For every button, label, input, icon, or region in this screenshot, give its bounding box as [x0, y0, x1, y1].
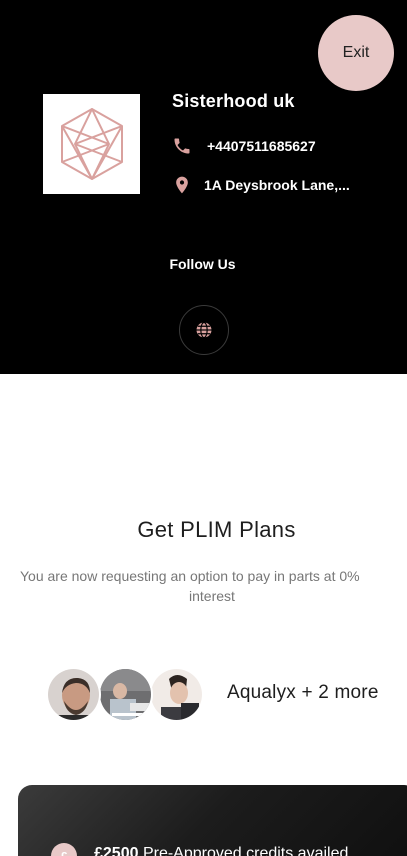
geometric-logo-icon [60, 108, 123, 180]
page: Exit Sisterhood uk +4407511685627 1A Dey… [0, 0, 407, 856]
address-text[interactable]: 1A Deysbrook Lane,... [204, 177, 350, 193]
globe-icon [196, 321, 212, 339]
phone-icon [172, 136, 192, 156]
treatment-avatars [46, 667, 206, 722]
credit-text: £2500 Pre-Approved credits availed [94, 845, 348, 856]
website-button[interactable] [179, 305, 229, 355]
follow-us-label: Follow Us [169, 256, 236, 272]
credit-card: £ £2500 Pre-Approved credits availed [18, 785, 407, 856]
phone-number[interactable]: +4407511685627 [207, 138, 316, 154]
credit-amount: £2500 [94, 845, 139, 856]
treatment-photo-avatar [98, 667, 153, 722]
treatment-caption: Aqualyx + 2 more [227, 682, 379, 703]
plans-subtitle: You are now requesting an option to pay … [20, 566, 407, 606]
woman-portrait-avatar [149, 667, 204, 722]
plans-title: Get PLIM Plans [137, 517, 296, 542]
plans-subtitle-line1: You are now requesting an option to pay … [20, 568, 360, 584]
business-name: Sisterhood uk [172, 91, 295, 111]
credit-description: Pre-Approved credits availed [138, 845, 349, 856]
business-logo [43, 94, 140, 194]
address-row[interactable]: 1A Deysbrook Lane,... [172, 175, 350, 195]
location-pin-icon [172, 175, 192, 195]
pound-badge-icon: £ [51, 843, 77, 856]
plans-subtitle-line2: interest [189, 588, 235, 604]
exit-button[interactable]: Exit [318, 15, 394, 91]
man-portrait-avatar [46, 667, 101, 722]
business-header: Exit Sisterhood uk +4407511685627 1A Dey… [0, 0, 407, 374]
phone-row[interactable]: +4407511685627 [172, 136, 316, 156]
